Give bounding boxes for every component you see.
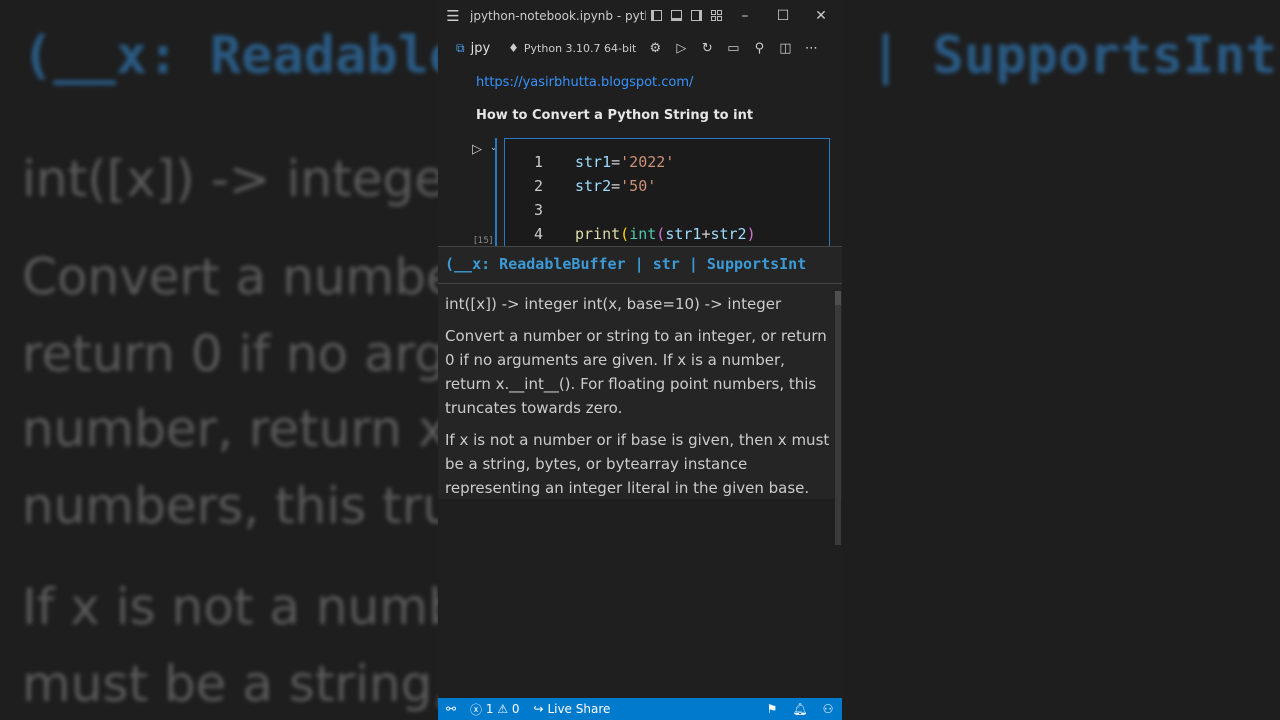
code-line[interactable]: str1='2022' <box>575 153 674 171</box>
execution-count: [15] <box>474 236 493 246</box>
variables-icon[interactable]: ▭ <box>720 41 746 56</box>
live-share-label: Live Share <box>547 702 611 716</box>
notebook-file-icon: ⧉ <box>456 40 465 55</box>
minimize-button[interactable]: – <box>726 8 764 24</box>
kernel-picker[interactable]: ♦ Python 3.10.7 64-bit <box>508 41 636 55</box>
close-button[interactable]: ✕ <box>802 8 840 24</box>
kernel-label: Python 3.10.7 64-bit <box>523 41 637 55</box>
blog-link[interactable]: https://yasirbhutta.blogspot.com/ <box>476 75 693 90</box>
split-editor-icon[interactable]: ◫ <box>772 41 798 56</box>
hover-paragraph: If x is not a number or if base is given… <box>445 431 830 497</box>
vscode-window: ☰ jpython-notebook.ipynb - pyth... – ☐ ✕… <box>438 0 842 720</box>
accounts-icon[interactable]: ⚇ <box>814 702 842 716</box>
hover-paragraph: Convert a number or string to an integer… <box>445 327 827 417</box>
signature-param: __x <box>454 255 482 273</box>
toggle-panel-icon[interactable] <box>666 8 686 24</box>
hover-signature: (__x: ReadableBuffer | str | SupportsInt <box>445 255 806 273</box>
notebook-toolbar: ⧉ jpy ♦ Python 3.10.7 64-bit ⚙ ▷ ↻ ▭ ⚲ ◫… <box>438 31 842 65</box>
hover-signature-line: int([x]) -> integer int(x, base=10) -> i… <box>445 295 782 313</box>
title-bar: ☰ jpython-notebook.ipynb - pyth... – ☐ ✕ <box>438 0 842 31</box>
python-icon: ♦ <box>508 41 519 55</box>
run-all-icon[interactable]: ▷ <box>668 41 694 56</box>
code-line[interactable]: print(int(str1+str2) <box>575 225 756 243</box>
outline-icon[interactable]: ⚲ <box>746 41 772 56</box>
cell-focus-bar <box>495 138 497 248</box>
toggle-primary-sidebar-icon[interactable] <box>646 8 666 24</box>
error-icon: ⓧ <box>470 702 483 717</box>
tab-jpy[interactable]: ⧉ jpy <box>438 31 497 65</box>
code-line[interactable]: str2='50' <box>575 177 656 195</box>
problems-indicator[interactable]: ⓧ 1 ⚠ 0 <box>470 701 520 718</box>
signature-rest: : ReadableBuffer | str | SupportsInt <box>481 255 807 273</box>
maximize-button[interactable]: ☐ <box>764 8 802 24</box>
more-actions-icon[interactable]: ⋯ <box>798 41 824 56</box>
customize-layout-icon[interactable] <box>706 8 726 24</box>
line-number: 2 <box>533 177 543 195</box>
feedback-icon[interactable]: ⚑ <box>758 702 786 716</box>
live-share-button[interactable]: ↪ Live Share <box>534 702 611 716</box>
editor-scrollbar[interactable] <box>835 305 841 545</box>
line-number: 4 <box>533 225 543 243</box>
markdown-heading: How to Convert a Python String to int <box>476 108 754 123</box>
window-title: jpython-notebook.ipynb - pyth... <box>470 8 646 23</box>
error-count: 1 <box>485 702 494 716</box>
live-share-icon: ↪ <box>533 702 544 716</box>
line-number: 3 <box>533 201 543 219</box>
hover-widget: (__x: ReadableBuffer | str | SupportsInt… <box>438 246 842 499</box>
code-cell[interactable]: 1 2 3 4 str1='2022' str2='50' print(int(… <box>504 138 830 258</box>
notebook-editor: https://yasirbhutta.blogspot.com/ How to… <box>438 65 842 698</box>
status-bar: ⚯ ⓧ 1 ⚠ 0 ↪ Live Share ⚑ 🔔︎ ⚇ <box>438 698 842 720</box>
remote-icon[interactable]: ⚯ <box>442 702 460 716</box>
toggle-secondary-sidebar-icon[interactable] <box>686 8 706 24</box>
warning-count: 0 <box>511 702 520 716</box>
line-number: 1 <box>533 153 543 171</box>
menu-icon[interactable]: ☰ <box>442 7 464 25</box>
restart-icon[interactable]: ↻ <box>694 41 720 56</box>
background-code-fragment-right: | SupportsInt <box>870 26 1277 86</box>
tab-label: jpy <box>470 40 491 56</box>
bell-icon[interactable]: 🔔︎ <box>786 702 814 716</box>
settings-gear-icon[interactable]: ⚙ <box>642 41 668 56</box>
hover-divider <box>438 283 842 284</box>
signature-prefix: ( <box>445 255 455 273</box>
background-code-fragment: (__x: Readable <box>22 26 461 86</box>
warning-icon: ⚠ <box>497 702 509 716</box>
run-cell-icon[interactable]: ▷ <box>472 142 482 157</box>
